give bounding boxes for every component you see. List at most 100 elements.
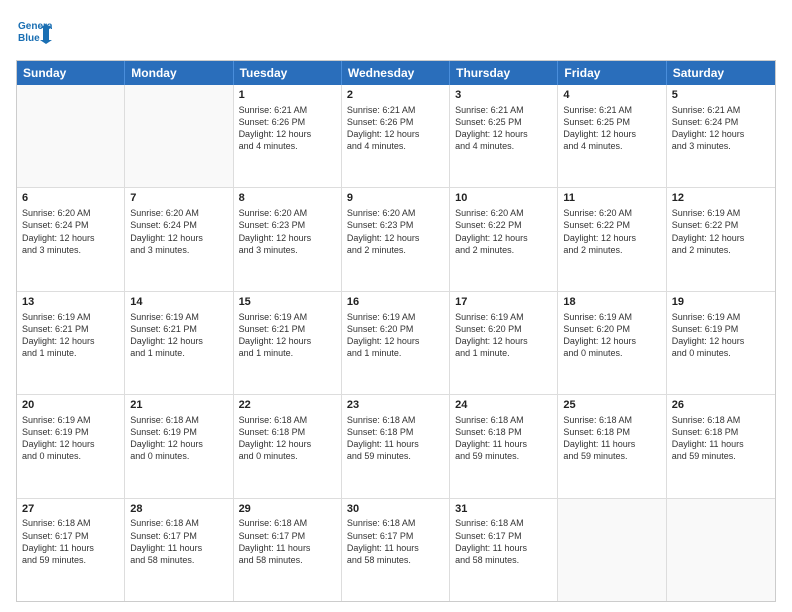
day-2: 2Sunrise: 6:21 AM Sunset: 6:26 PM Daylig… [342,85,450,187]
day-text-7: Sunrise: 6:20 AM Sunset: 6:24 PM Dayligh… [130,207,227,256]
day-20: 20Sunrise: 6:19 AM Sunset: 6:19 PM Dayli… [17,395,125,497]
day-num-17: 17 [455,295,552,310]
day-text-10: Sunrise: 6:20 AM Sunset: 6:22 PM Dayligh… [455,207,552,256]
day-text-1: Sunrise: 6:21 AM Sunset: 6:26 PM Dayligh… [239,104,336,153]
day-27: 27Sunrise: 6:18 AM Sunset: 6:17 PM Dayli… [17,499,125,601]
page: General Blue SundayMondayTuesdayWednesda… [0,0,792,612]
day-num-16: 16 [347,295,444,310]
day-5: 5Sunrise: 6:21 AM Sunset: 6:24 PM Daylig… [667,85,775,187]
day-num-28: 28 [130,502,227,517]
day-num-25: 25 [563,398,660,413]
day-text-28: Sunrise: 6:18 AM Sunset: 6:17 PM Dayligh… [130,517,227,566]
day-num-20: 20 [22,398,119,413]
day-10: 10Sunrise: 6:20 AM Sunset: 6:22 PM Dayli… [450,188,558,290]
day-text-13: Sunrise: 6:19 AM Sunset: 6:21 PM Dayligh… [22,311,119,360]
day-num-7: 7 [130,191,227,206]
day-12: 12Sunrise: 6:19 AM Sunset: 6:22 PM Dayli… [667,188,775,290]
day-28: 28Sunrise: 6:18 AM Sunset: 6:17 PM Dayli… [125,499,233,601]
week-row-2: 6Sunrise: 6:20 AM Sunset: 6:24 PM Daylig… [17,188,775,291]
day-3: 3Sunrise: 6:21 AM Sunset: 6:25 PM Daylig… [450,85,558,187]
logo: General Blue [16,16,52,52]
day-num-11: 11 [563,191,660,206]
day-text-2: Sunrise: 6:21 AM Sunset: 6:26 PM Dayligh… [347,104,444,153]
day-text-3: Sunrise: 6:21 AM Sunset: 6:25 PM Dayligh… [455,104,552,153]
day-num-10: 10 [455,191,552,206]
header: General Blue [16,16,776,52]
header-day-monday: Monday [125,61,233,85]
week-row-1: 1Sunrise: 6:21 AM Sunset: 6:26 PM Daylig… [17,85,775,188]
day-text-5: Sunrise: 6:21 AM Sunset: 6:24 PM Dayligh… [672,104,770,153]
day-text-23: Sunrise: 6:18 AM Sunset: 6:18 PM Dayligh… [347,414,444,463]
day-text-22: Sunrise: 6:18 AM Sunset: 6:18 PM Dayligh… [239,414,336,463]
day-text-27: Sunrise: 6:18 AM Sunset: 6:17 PM Dayligh… [22,517,119,566]
day-num-21: 21 [130,398,227,413]
day-num-15: 15 [239,295,336,310]
header-day-thursday: Thursday [450,61,558,85]
day-11: 11Sunrise: 6:20 AM Sunset: 6:22 PM Dayli… [558,188,666,290]
day-text-25: Sunrise: 6:18 AM Sunset: 6:18 PM Dayligh… [563,414,660,463]
day-num-31: 31 [455,502,552,517]
day-21: 21Sunrise: 6:18 AM Sunset: 6:19 PM Dayli… [125,395,233,497]
day-24: 24Sunrise: 6:18 AM Sunset: 6:18 PM Dayli… [450,395,558,497]
day-num-5: 5 [672,88,770,103]
empty-cell-4-5 [558,499,666,601]
empty-cell-0-0 [17,85,125,187]
day-6: 6Sunrise: 6:20 AM Sunset: 6:24 PM Daylig… [17,188,125,290]
day-26: 26Sunrise: 6:18 AM Sunset: 6:18 PM Dayli… [667,395,775,497]
day-text-12: Sunrise: 6:19 AM Sunset: 6:22 PM Dayligh… [672,207,770,256]
day-text-19: Sunrise: 6:19 AM Sunset: 6:19 PM Dayligh… [672,311,770,360]
day-num-24: 24 [455,398,552,413]
day-num-14: 14 [130,295,227,310]
day-text-21: Sunrise: 6:18 AM Sunset: 6:19 PM Dayligh… [130,414,227,463]
day-22: 22Sunrise: 6:18 AM Sunset: 6:18 PM Dayli… [234,395,342,497]
day-text-11: Sunrise: 6:20 AM Sunset: 6:22 PM Dayligh… [563,207,660,256]
week-row-5: 27Sunrise: 6:18 AM Sunset: 6:17 PM Dayli… [17,499,775,601]
day-14: 14Sunrise: 6:19 AM Sunset: 6:21 PM Dayli… [125,292,233,394]
day-7: 7Sunrise: 6:20 AM Sunset: 6:24 PM Daylig… [125,188,233,290]
day-1: 1Sunrise: 6:21 AM Sunset: 6:26 PM Daylig… [234,85,342,187]
day-text-30: Sunrise: 6:18 AM Sunset: 6:17 PM Dayligh… [347,517,444,566]
day-23: 23Sunrise: 6:18 AM Sunset: 6:18 PM Dayli… [342,395,450,497]
day-text-9: Sunrise: 6:20 AM Sunset: 6:23 PM Dayligh… [347,207,444,256]
day-num-13: 13 [22,295,119,310]
day-num-4: 4 [563,88,660,103]
empty-cell-4-6 [667,499,775,601]
day-num-19: 19 [672,295,770,310]
day-text-31: Sunrise: 6:18 AM Sunset: 6:17 PM Dayligh… [455,517,552,566]
day-31: 31Sunrise: 6:18 AM Sunset: 6:17 PM Dayli… [450,499,558,601]
day-num-29: 29 [239,502,336,517]
empty-cell-0-1 [125,85,233,187]
day-text-17: Sunrise: 6:19 AM Sunset: 6:20 PM Dayligh… [455,311,552,360]
header-day-wednesday: Wednesday [342,61,450,85]
day-num-26: 26 [672,398,770,413]
day-num-9: 9 [347,191,444,206]
day-text-24: Sunrise: 6:18 AM Sunset: 6:18 PM Dayligh… [455,414,552,463]
day-num-8: 8 [239,191,336,206]
day-30: 30Sunrise: 6:18 AM Sunset: 6:17 PM Dayli… [342,499,450,601]
week-row-3: 13Sunrise: 6:19 AM Sunset: 6:21 PM Dayli… [17,292,775,395]
day-num-23: 23 [347,398,444,413]
day-29: 29Sunrise: 6:18 AM Sunset: 6:17 PM Dayli… [234,499,342,601]
day-17: 17Sunrise: 6:19 AM Sunset: 6:20 PM Dayli… [450,292,558,394]
day-text-20: Sunrise: 6:19 AM Sunset: 6:19 PM Dayligh… [22,414,119,463]
header-day-tuesday: Tuesday [234,61,342,85]
day-text-15: Sunrise: 6:19 AM Sunset: 6:21 PM Dayligh… [239,311,336,360]
day-text-8: Sunrise: 6:20 AM Sunset: 6:23 PM Dayligh… [239,207,336,256]
day-15: 15Sunrise: 6:19 AM Sunset: 6:21 PM Dayli… [234,292,342,394]
day-13: 13Sunrise: 6:19 AM Sunset: 6:21 PM Dayli… [17,292,125,394]
day-text-26: Sunrise: 6:18 AM Sunset: 6:18 PM Dayligh… [672,414,770,463]
day-num-12: 12 [672,191,770,206]
day-num-1: 1 [239,88,336,103]
header-day-sunday: Sunday [17,61,125,85]
day-19: 19Sunrise: 6:19 AM Sunset: 6:19 PM Dayli… [667,292,775,394]
calendar-body: 1Sunrise: 6:21 AM Sunset: 6:26 PM Daylig… [17,85,775,601]
day-8: 8Sunrise: 6:20 AM Sunset: 6:23 PM Daylig… [234,188,342,290]
day-9: 9Sunrise: 6:20 AM Sunset: 6:23 PM Daylig… [342,188,450,290]
day-text-16: Sunrise: 6:19 AM Sunset: 6:20 PM Dayligh… [347,311,444,360]
day-num-22: 22 [239,398,336,413]
day-num-18: 18 [563,295,660,310]
svg-text:Blue: Blue [18,33,40,44]
header-day-saturday: Saturday [667,61,775,85]
day-text-29: Sunrise: 6:18 AM Sunset: 6:17 PM Dayligh… [239,517,336,566]
day-text-14: Sunrise: 6:19 AM Sunset: 6:21 PM Dayligh… [130,311,227,360]
